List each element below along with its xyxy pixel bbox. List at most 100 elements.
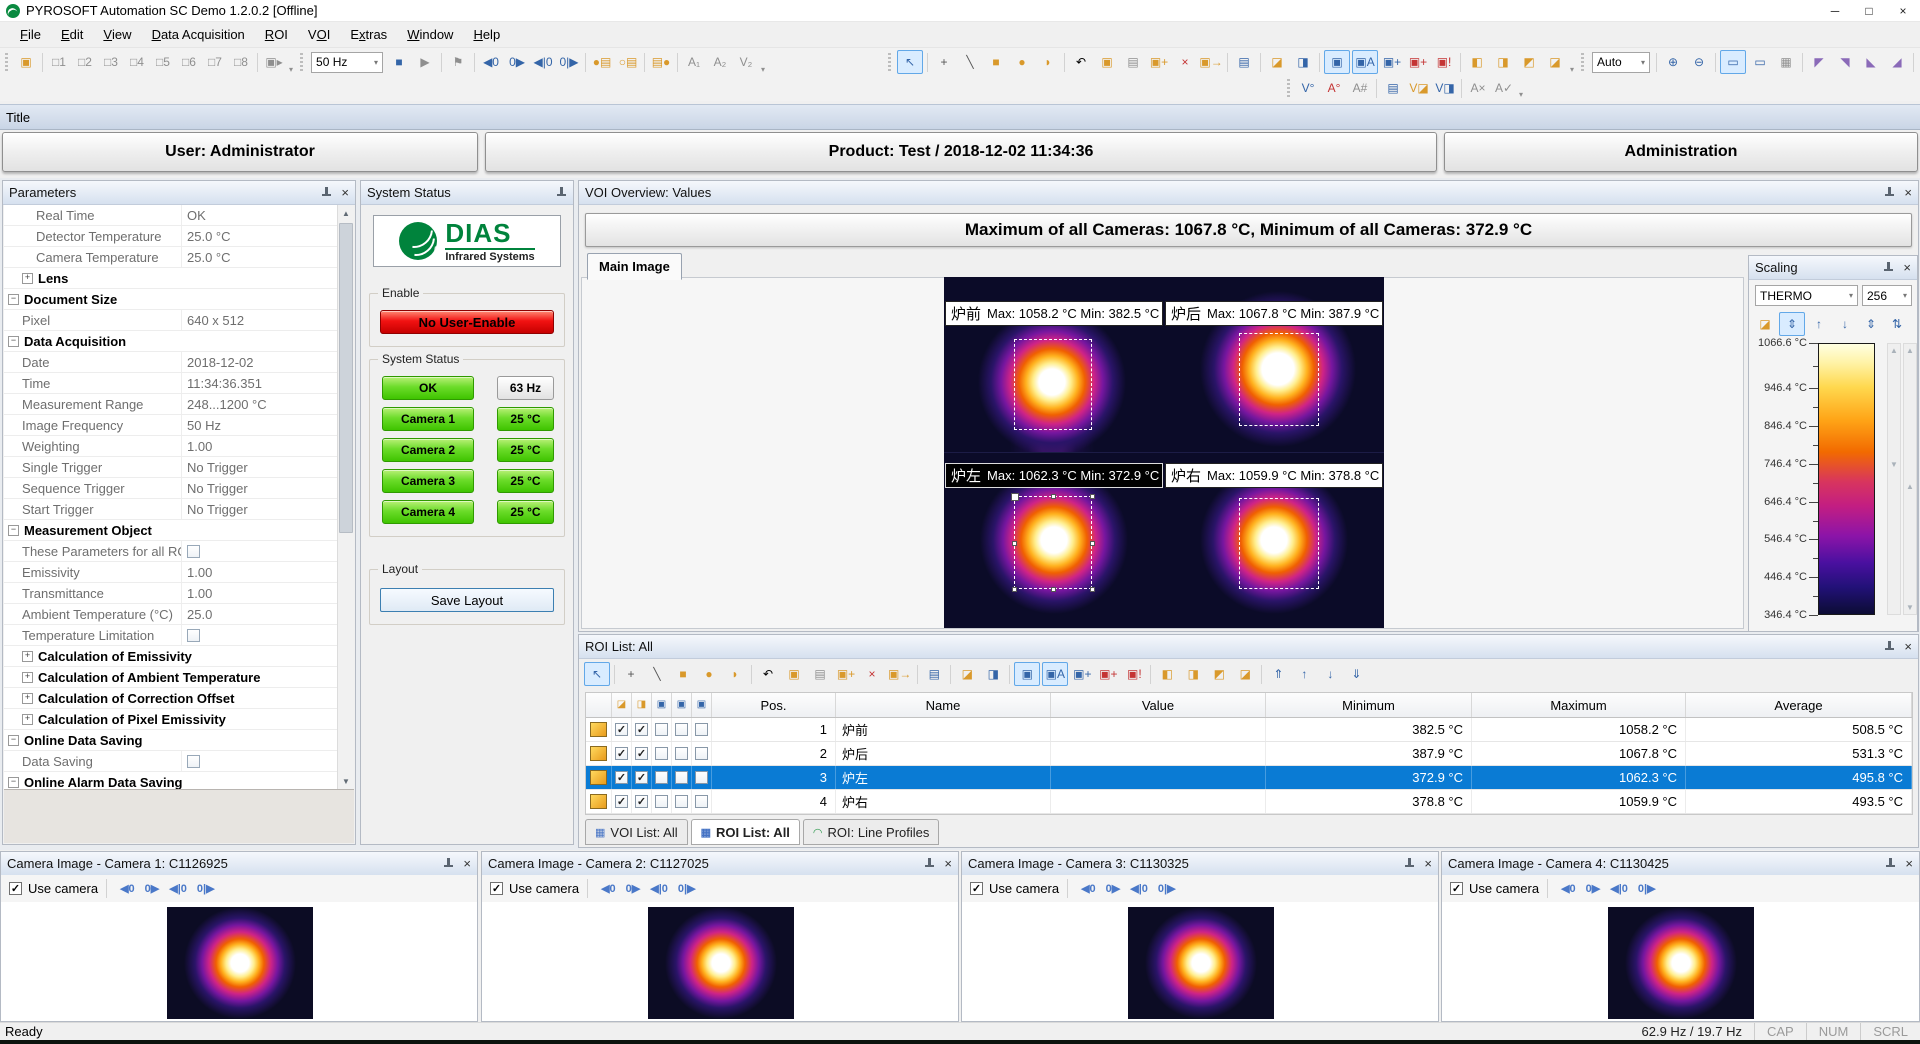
param-row[interactable]: Weighting1.00 — [4, 436, 339, 457]
cam-next-frame-icon[interactable]: 0|▶ — [1638, 882, 1656, 895]
expand-icon[interactable]: + — [22, 273, 33, 284]
roi-region-label[interactable]: 炉前Max: 1058.2 °C Min: 382.5 °C — [945, 301, 1163, 326]
close-panel-icon[interactable]: × — [1904, 186, 1912, 199]
roi-table-row[interactable]: ✓✓2炉后387.9 °C1067.8 °C531.3 °C — [586, 742, 1912, 766]
draw-rect-icon[interactable]: ■ — [671, 663, 695, 685]
param-value[interactable]: OK — [182, 208, 339, 223]
status-ok-button[interactable]: OK — [382, 376, 474, 400]
expand-icon[interactable]: + — [22, 651, 33, 662]
bring-forward-icon[interactable]: ◩ — [1207, 663, 1231, 685]
param-row[interactable]: Real TimeOK — [4, 205, 339, 226]
param-value[interactable]: 1.00 — [182, 439, 339, 454]
expand-icon[interactable]: + — [22, 714, 33, 725]
roi-checkbox-checked[interactable]: ✓ — [615, 723, 628, 736]
param-row[interactable]: +Calculation of Pixel Emissivity — [4, 709, 339, 730]
roi-table-row[interactable]: ✓✓4炉右378.8 °C1059.9 °C493.5 °C — [586, 790, 1912, 814]
param-row[interactable]: +Calculation of Correction Offset — [4, 688, 339, 709]
collapse-icon[interactable]: − — [8, 525, 19, 536]
roi-column-header[interactable]: Name — [836, 693, 1051, 717]
select-tool-icon[interactable]: ↖ — [584, 662, 610, 686]
cam-first-frame-icon[interactable]: ◀0 — [1561, 882, 1576, 895]
roi-handle[interactable] — [1090, 541, 1095, 546]
param-value[interactable]: 50 Hz — [182, 418, 339, 433]
pin-icon[interactable] — [1884, 186, 1895, 199]
expand-icon[interactable]: + — [22, 672, 33, 683]
roi-color-swatch[interactable] — [590, 770, 607, 785]
roi-checkbox-checked[interactable]: ✓ — [615, 747, 628, 760]
param-row[interactable]: Start TriggerNo Trigger — [4, 499, 339, 520]
roi-checkbox-unchecked[interactable] — [695, 771, 708, 784]
trigger-flag-icon[interactable]: ⚑ — [446, 51, 470, 73]
voi-value-icon[interactable]: V° — [1296, 77, 1320, 99]
move-bottom-icon[interactable]: ⇓ — [1344, 663, 1368, 685]
properties-icon[interactable]: ▤ — [1232, 51, 1256, 73]
save-roi-icon[interactable]: ◨ — [1291, 51, 1315, 73]
frame-last-icon[interactable]: 0▶ — [505, 51, 529, 73]
cam-prev-frame-icon[interactable]: ◀|0 — [169, 882, 187, 895]
cam-first-frame-icon[interactable]: ◀0 — [1081, 882, 1096, 895]
param-row[interactable]: Emissivity1.00 — [4, 562, 339, 583]
stop-icon[interactable]: ■ — [387, 51, 411, 73]
delete-icon[interactable]: × — [1173, 51, 1197, 73]
param-row[interactable]: −Measurement Object — [4, 520, 339, 541]
fit-window-icon[interactable]: ▭ — [1720, 50, 1746, 74]
param-value[interactable]: No Trigger — [182, 481, 339, 496]
param-value[interactable]: 2018-12-02 — [182, 355, 339, 370]
param-row[interactable]: Pixel640 x 512 — [4, 310, 339, 331]
roi-handle[interactable] — [1012, 587, 1017, 592]
record-start-icon[interactable]: ●▤ — [590, 51, 614, 73]
flip-h-icon[interactable]: ◣ — [1859, 51, 1883, 73]
select-tool-icon[interactable]: ↖ — [897, 50, 923, 74]
close-panel-icon[interactable]: × — [463, 857, 471, 870]
cam-next-frame-icon[interactable]: 0|▶ — [678, 882, 696, 895]
param-checkbox[interactable] — [187, 629, 200, 642]
param-row[interactable]: These Parameters for all RO — [4, 541, 339, 562]
roi-color-swatch[interactable] — [590, 722, 607, 737]
draw-line-icon[interactable]: ╲ — [958, 51, 982, 73]
pin-icon[interactable] — [443, 857, 454, 870]
roi-alarm-icon[interactable]: ▣! — [1432, 51, 1456, 73]
draw-ellipse-icon[interactable]: ● — [1010, 51, 1034, 73]
move-down-icon[interactable]: ↓ — [1318, 663, 1342, 685]
cam-first-frame-icon[interactable]: ◀0 — [120, 882, 135, 895]
bring-forward-icon[interactable]: ◩ — [1517, 51, 1541, 73]
flip-v-icon[interactable]: ◢ — [1885, 51, 1909, 73]
show-roi-icon[interactable]: ▣ — [1324, 50, 1350, 74]
camera-thermal-image[interactable] — [167, 907, 313, 1019]
copy-icon[interactable]: ▣ — [782, 663, 806, 685]
param-row[interactable]: Measurement Range248...1200 °C — [4, 394, 339, 415]
roi-table-row[interactable]: ✓✓1炉前382.5 °C1058.2 °C508.5 °C — [586, 718, 1912, 742]
param-row[interactable]: Transmittance1.00 — [4, 583, 339, 604]
param-value[interactable]: 248...1200 °C — [182, 397, 339, 412]
param-row[interactable]: Time11:34:36.351 — [4, 373, 339, 394]
draw-polygon-icon[interactable]: ◗ — [723, 663, 747, 685]
roi-checkbox-unchecked[interactable] — [655, 723, 668, 736]
frame-next-icon[interactable]: 0|▶ — [557, 51, 581, 73]
roi-alarm-icon[interactable]: ▣! — [1122, 663, 1146, 685]
menu-file[interactable]: File — [10, 24, 51, 45]
close-panel-icon[interactable]: × — [944, 857, 952, 870]
tab-voi-list-all[interactable]: ▦VOI List: All — [585, 819, 688, 845]
draw-point-icon[interactable]: + — [619, 663, 643, 685]
menu-view[interactable]: View — [93, 24, 141, 45]
clear-voi-icon[interactable]: A× — [1466, 77, 1490, 99]
administration-button[interactable]: Administration — [1444, 132, 1918, 172]
param-row[interactable]: Date2018-12-02 — [4, 352, 339, 373]
palette-select[interactable]: THERMO▾ — [1755, 285, 1858, 306]
param-value[interactable] — [182, 629, 339, 642]
draw-polygon-icon[interactable]: ◗ — [1036, 51, 1060, 73]
camera-thermal-image[interactable] — [1128, 907, 1274, 1019]
voi-open-icon[interactable]: V◪ — [1407, 77, 1431, 99]
use-camera-checkbox[interactable]: ✓ — [9, 882, 22, 895]
properties-icon[interactable]: ▤ — [922, 663, 946, 685]
roi-color-swatch[interactable] — [590, 794, 607, 809]
window-5-icon[interactable]: □5 — [151, 51, 175, 73]
pin-icon[interactable] — [1884, 640, 1895, 653]
draw-ellipse-icon[interactable]: ● — [697, 663, 721, 685]
record-stop-icon[interactable]: ○▤ — [616, 51, 640, 73]
delete-icon[interactable]: × — [860, 663, 884, 685]
roi-column-header[interactable]: Average — [1686, 693, 1912, 717]
frame-prev-icon[interactable]: ◀|0 — [531, 51, 555, 73]
new-window-icon[interactable]: ▣ — [14, 51, 38, 73]
roi-rectangle[interactable] — [1239, 333, 1319, 426]
